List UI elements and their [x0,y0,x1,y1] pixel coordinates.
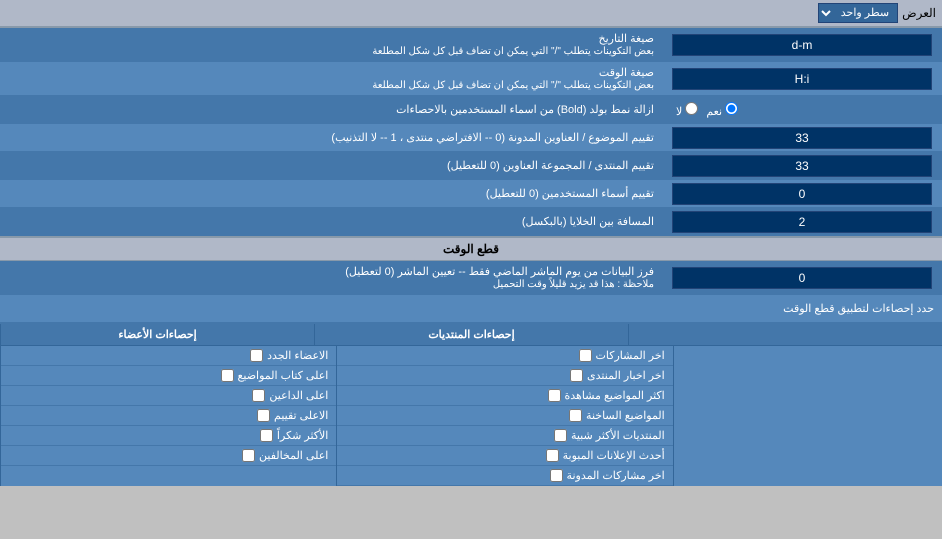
stats-label-most-warned: اعلى المخالفين [259,449,328,462]
forum-title-count-input[interactable] [672,127,932,149]
forum-group-count-label: تقييم المنتدى / المجموعة العناوين (0 للت… [0,155,662,176]
date-format-label: صيغة التاريخ بعض التكوينات يتطلب "/" الت… [0,28,662,61]
stats-item-viewed: اكثر المواضيع مشاهدة [337,386,672,406]
cutoff-input-cell [662,265,942,291]
date-format-input-cell [662,32,942,58]
display-label: العرض [902,6,936,20]
radio-no-label: لا [676,102,698,118]
bold-remove-radio-cell: نعم لا [662,100,942,120]
forum-title-count-label: تقييم الموضوع / العناوين المدونة (0 -- ا… [0,127,662,148]
stats-item-news: اخر اخبار المنتدى [337,366,672,386]
stats-item-most-thanked: الأكثر شكراً [1,426,336,446]
radio-yes[interactable] [725,102,738,115]
date-format-row: صيغة التاريخ بعض التكوينات يتطلب "/" الت… [0,28,942,62]
time-format-input[interactable] [672,68,932,90]
stats-item-ads: أحدث الإعلانات المبوبة [337,446,672,466]
cutoff-label: فرز البيانات من يوم الماشر الماضي فقط --… [0,261,662,294]
stats-col2: اخر المشاركات اخر اخبار المنتدى اكثر الم… [336,346,672,486]
forum-group-count-row: تقييم المنتدى / المجموعة العناوين (0 للت… [0,152,942,180]
stats-checkbox-ads[interactable] [546,449,559,462]
bold-remove-label: ازالة نمط بولد (Bold) من اسماء المستخدمي… [0,99,662,120]
stats-item-posts: اخر المشاركات [337,346,672,366]
top-bar: العرض سطر واحدسطرينثلاثة أسطر [0,0,942,28]
stats-col2-header: إحصاءات المنتديات [314,324,628,345]
forum-title-count-input-cell [662,125,942,151]
forum-title-count-row: تقييم الموضوع / العناوين المدونة (0 -- ا… [0,124,942,152]
stats-checkbox-popular[interactable] [554,429,567,442]
cell-spacing-input[interactable] [672,211,932,233]
stats-col3 [673,346,942,486]
stats-checkbox-top-writers[interactable] [221,369,234,382]
stats-item-most-warned: اعلى المخالفين [1,446,336,466]
user-count-label: تقييم أسماء المستخدمين (0 للتعطيل) [0,183,662,204]
cell-spacing-input-cell [662,209,942,235]
stats-item-top-writers: اعلى كتاب المواضيع [1,366,336,386]
time-format-label: صيغة الوقت بعض التكوينات يتطلب "/" التي … [0,62,662,95]
stats-label-most-thanked: الأكثر شكراً [277,429,328,442]
stats-apply-row: حدد إحصاءات لتطبيق قطع الوقت [0,295,942,323]
stats-label-top-writers: اعلى كتاب المواضيع [238,369,329,382]
stats-checkbox-top-rated[interactable] [257,409,270,422]
bold-remove-row: نعم لا ازالة نمط بولد (Bold) من اسماء ال… [0,96,942,124]
time-format-input-cell [662,66,942,92]
forum-group-count-input[interactable] [672,155,932,177]
stats-item-popular: المنتديات الأكثر شبية [337,426,672,446]
stats-item-new-members: الاعضاء الجدد [1,346,336,366]
stats-item-blog: اخر مشاركات المدونة [337,466,672,486]
stats-col3-header [628,324,942,345]
user-count-input[interactable] [672,183,932,205]
cutoff-input[interactable] [672,267,932,289]
user-count-input-cell [662,181,942,207]
stats-col1-header: إحصاءات الأعضاء [0,324,314,345]
stats-apply-label: حدد إحصاءات لتطبيق قطع الوقت [0,298,942,319]
cutoff-section-header: قطع الوقت [0,236,942,261]
stats-label-hot: المواضيع الساخنة [586,409,665,422]
stats-label-top-rated: الاعلى تقييم [274,409,328,422]
cell-spacing-row: المسافة بين الخلايا (بالبكسل) [0,208,942,236]
radio-yes-label: نعم [706,102,738,118]
display-dropdown[interactable]: سطر واحدسطرينثلاثة أسطر [818,3,898,23]
cell-spacing-label: المسافة بين الخلايا (بالبكسل) [0,211,662,232]
stats-label-new-members: الاعضاء الجدد [267,349,328,362]
stats-checkbox-news[interactable] [570,369,583,382]
stats-label-ads: أحدث الإعلانات المبوبة [563,449,665,462]
stats-label-viewed: اكثر المواضيع مشاهدة [565,389,665,402]
stats-item-hot: المواضيع الساخنة [337,406,672,426]
time-format-row: صيغة الوقت بعض التكوينات يتطلب "/" التي … [0,62,942,96]
stats-item-top-rated: الاعلى تقييم [1,406,336,426]
stats-header-row: إحصاءات المنتديات إحصاءات الأعضاء [0,324,942,346]
forum-group-count-input-cell [662,153,942,179]
stats-checkbox-viewed[interactable] [548,389,561,402]
stats-checkbox-most-thanked[interactable] [260,429,273,442]
stats-checkbox-posts[interactable] [579,349,592,362]
stats-label-top-posters: اعلى الداعين [269,389,328,402]
stats-container: إحصاءات المنتديات إحصاءات الأعضاء اخر ال… [0,323,942,486]
stats-checkbox-hot[interactable] [569,409,582,422]
stats-label-news: اخر اخبار المنتدى [587,369,665,382]
date-format-input[interactable] [672,34,932,56]
user-count-row: تقييم أسماء المستخدمين (0 للتعطيل) [0,180,942,208]
stats-item-top-posters: اعلى الداعين [1,386,336,406]
stats-checkbox-top-posters[interactable] [252,389,265,402]
stats-checkbox-new-members[interactable] [250,349,263,362]
stats-label-posts: اخر المشاركات [596,349,665,362]
stats-col1: الاعضاء الجدد اعلى كتاب المواضيع اعلى ال… [0,346,336,486]
radio-no[interactable] [685,102,698,115]
stats-checkbox-blog[interactable] [550,469,563,482]
stats-label-popular: المنتديات الأكثر شبية [571,429,665,442]
stats-rows: اخر المشاركات اخر اخبار المنتدى اكثر الم… [0,346,942,486]
stats-checkbox-most-warned[interactable] [242,449,255,462]
stats-label-blog: اخر مشاركات المدونة [567,469,665,482]
cutoff-row: فرز البيانات من يوم الماشر الماضي فقط --… [0,261,942,295]
